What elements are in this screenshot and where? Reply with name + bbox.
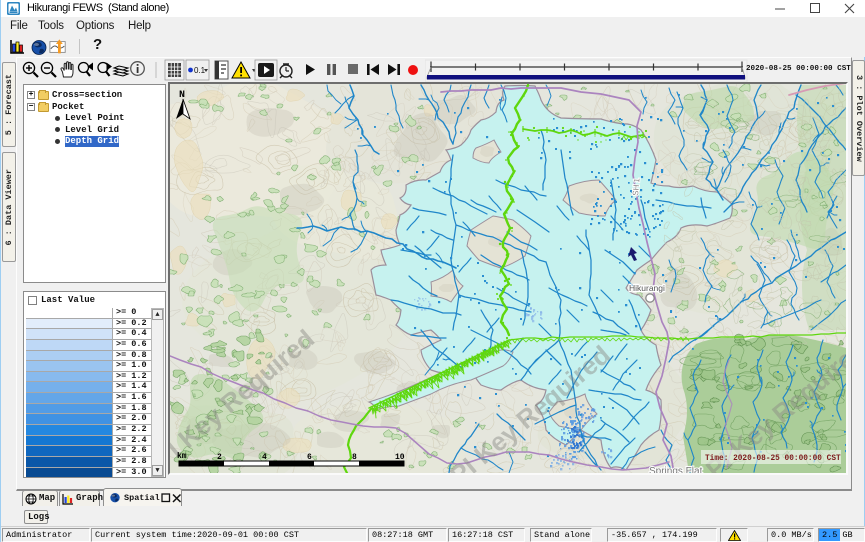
svg-text:N: N	[179, 90, 185, 101]
svg-text:km: km	[177, 452, 187, 461]
svg-text:Hikurangi: Hikurangi	[629, 283, 665, 293]
svg-text:Time: 2020-08-25 00:00:00 CST: Time: 2020-08-25 00:00:00 CST	[705, 455, 841, 463]
svg-text:Springs Flat: Springs Flat	[649, 466, 703, 473]
svg-text:0.1: 0.1	[194, 66, 206, 75]
svg-text:SH 1: SH 1	[631, 177, 642, 196]
